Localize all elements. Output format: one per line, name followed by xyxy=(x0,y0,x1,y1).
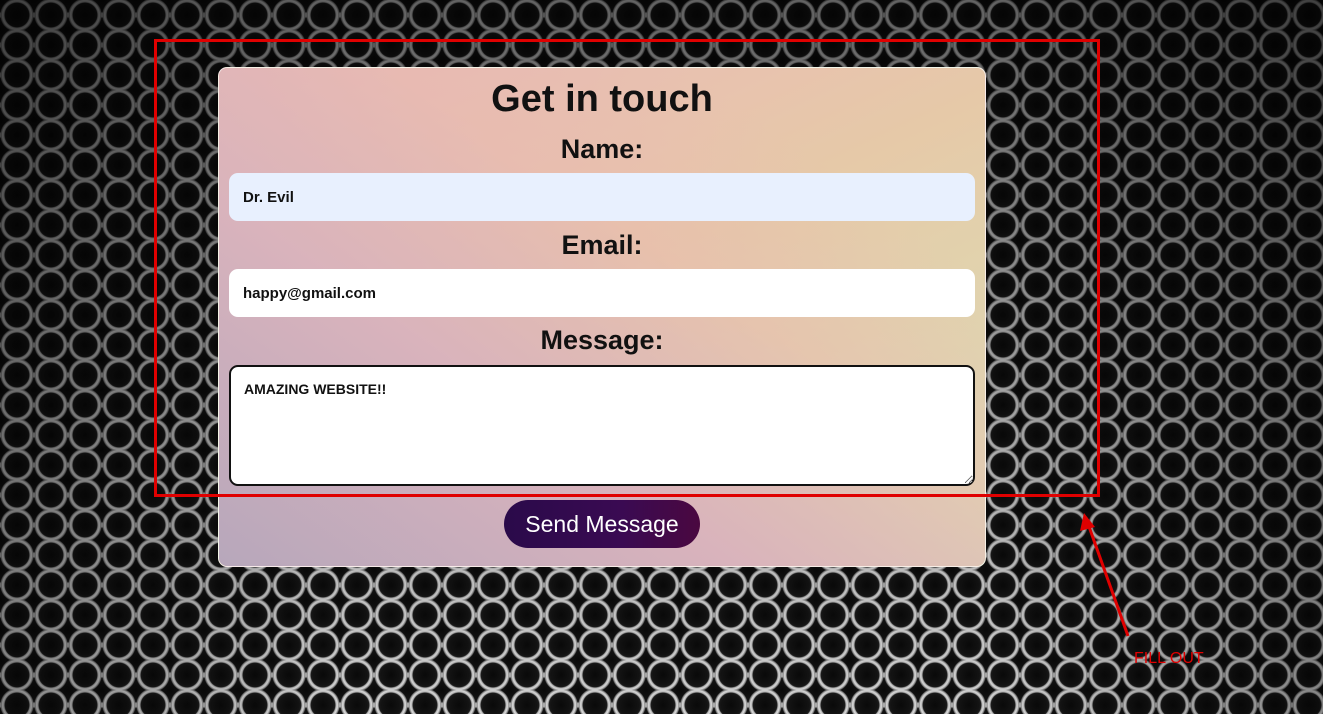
message-label: Message: xyxy=(540,325,664,355)
form-title: Get in touch xyxy=(491,78,713,120)
name-label: Name: xyxy=(560,134,644,164)
email-input[interactable] xyxy=(229,269,975,317)
email-label: Email: xyxy=(561,230,643,260)
page-background: Get in touch Name: Email: Message: AMAZI… xyxy=(0,0,1323,714)
annotation-label: FILL OUT xyxy=(1134,650,1204,667)
name-input[interactable] xyxy=(229,173,975,221)
send-message-button[interactable]: Send Message xyxy=(504,500,700,548)
message-textarea[interactable]: AMAZING WEBSITE!! xyxy=(229,365,975,486)
annotation-arrow-icon xyxy=(1080,513,1130,637)
contact-form-card: Get in touch Name: Email: Message: AMAZI… xyxy=(218,67,986,567)
